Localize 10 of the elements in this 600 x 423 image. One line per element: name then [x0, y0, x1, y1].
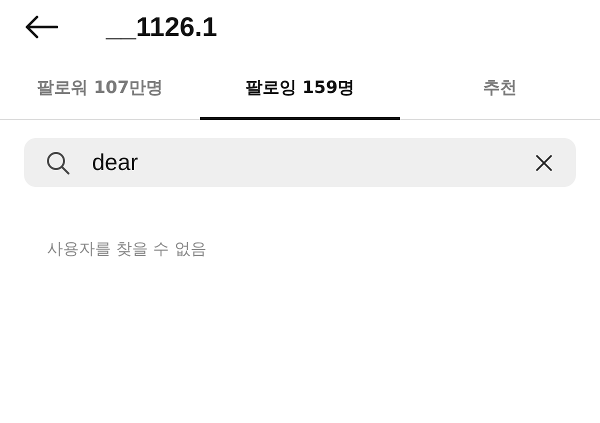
tab[interactable]: 팔로워 107만명	[0, 54, 200, 120]
back-arrow-icon[interactable]	[24, 15, 58, 39]
tab[interactable]: 추천	[400, 54, 600, 120]
tab[interactable]: 팔로잉 159명	[200, 54, 400, 120]
empty-message: 사용자를 찾을 수 없음	[47, 239, 208, 260]
close-icon[interactable]	[536, 154, 552, 170]
page-title: __1126.1	[106, 12, 218, 42]
search-field[interactable]: dear	[24, 138, 576, 187]
search-query: dear	[92, 149, 138, 176]
search-icon	[46, 150, 70, 174]
